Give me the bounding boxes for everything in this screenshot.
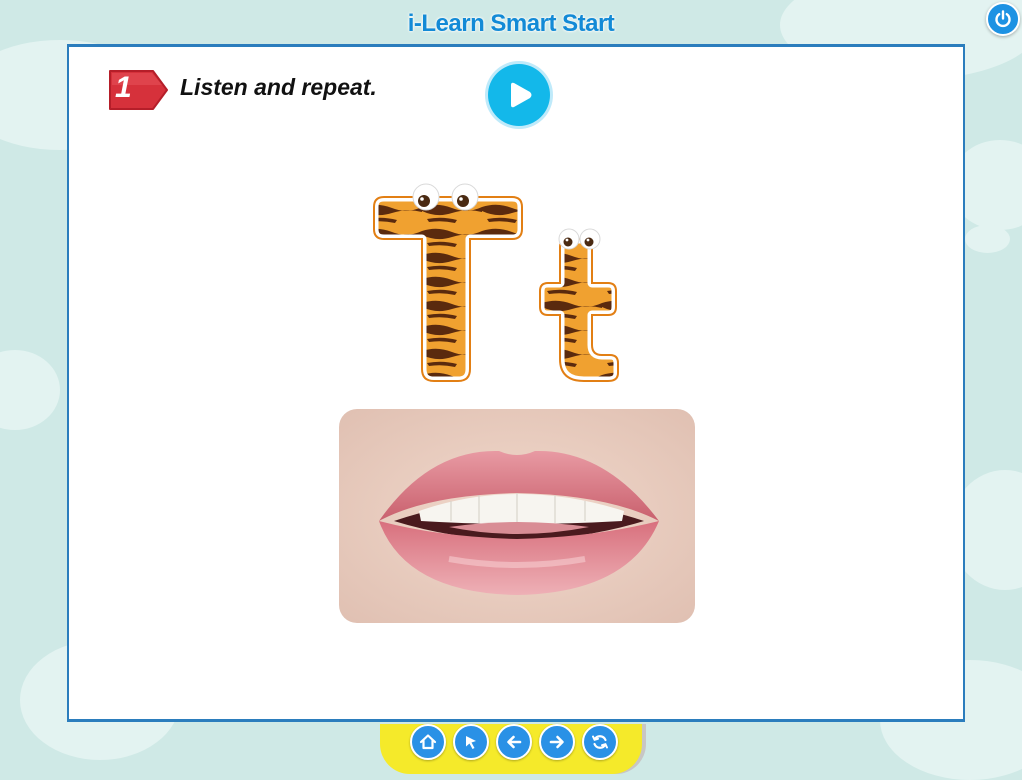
arrow-right-icon (549, 735, 564, 749)
letters-svg (369, 183, 623, 386)
background-cloud (965, 225, 1010, 253)
power-icon (995, 10, 1011, 28)
activity-number-badge: 1 (107, 67, 169, 113)
power-button[interactable] (986, 2, 1020, 36)
cursor-arrow-icon (466, 736, 476, 749)
tiger-letters-illustration (362, 177, 662, 396)
lesson-panel: 1 Listen and repeat. (67, 44, 965, 722)
back-button[interactable] (496, 724, 532, 760)
refresh-button[interactable] (582, 724, 618, 760)
cursor-button[interactable] (453, 724, 489, 760)
mouth-photo (339, 409, 695, 623)
home-button[interactable] (410, 724, 446, 760)
play-icon (511, 82, 532, 108)
instruction-text: Listen and repeat. (180, 74, 377, 100)
activity-number: 1 (115, 71, 132, 104)
background-cloud (0, 350, 60, 430)
arrow-left-icon (507, 735, 522, 749)
mouth-illustration (339, 409, 695, 623)
play-audio-button[interactable] (488, 64, 550, 126)
app-title: i-Learn Smart Start (407, 10, 615, 37)
navigation-bar (380, 724, 642, 774)
home-icon (419, 734, 437, 750)
refresh-icon (592, 735, 608, 749)
forward-button[interactable] (539, 724, 575, 760)
